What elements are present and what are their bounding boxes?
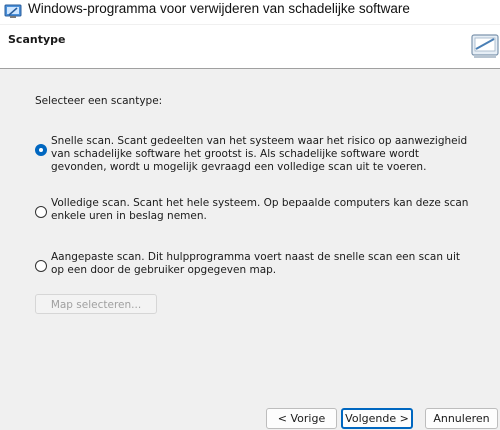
custom-scan-label[interactable]: Aangepaste scan. Dit hulpprogramma voert… xyxy=(51,251,475,277)
full-scan-option[interactable]: Volledige scan. Scant het hele systeem. … xyxy=(35,197,475,223)
back-button[interactable]: < Vorige xyxy=(266,408,337,429)
custom-scan-option[interactable]: Aangepaste scan. Dit hulpprogramma voert… xyxy=(35,251,475,277)
custom-scan-radio[interactable] xyxy=(35,260,47,272)
wizard-header: Scantype xyxy=(0,25,500,69)
full-scan-radio[interactable] xyxy=(35,206,47,218)
page-title: Scantype xyxy=(8,33,66,46)
content-panel xyxy=(0,69,500,399)
scanner-icon xyxy=(471,34,499,58)
title-bar: Windows-programma voor verwijderen van s… xyxy=(0,0,500,25)
next-button[interactable]: Volgende > xyxy=(341,408,413,429)
quick-scan-label[interactable]: Snelle scan. Scant gedeelten van het sys… xyxy=(51,135,475,174)
full-scan-label[interactable]: Volledige scan. Scant het hele systeem. … xyxy=(51,197,475,223)
window-title: Windows-programma voor verwijderen van s… xyxy=(28,1,410,16)
malware-removal-app-icon xyxy=(4,4,22,18)
cancel-button[interactable]: Annuleren xyxy=(425,408,498,429)
quick-scan-radio[interactable] xyxy=(35,144,47,156)
scan-type-prompt: Selecteer een scantype: xyxy=(35,95,163,107)
select-folder-button[interactable]: Map selecteren... xyxy=(35,294,157,314)
quick-scan-option[interactable]: Snelle scan. Scant gedeelten van het sys… xyxy=(35,135,475,174)
